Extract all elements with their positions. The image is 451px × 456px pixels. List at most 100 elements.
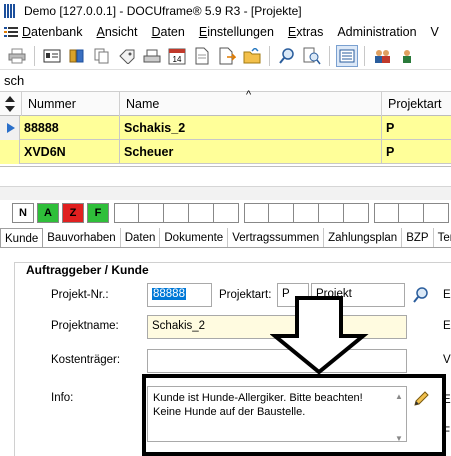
- menu-daten-label: Daten: [151, 25, 185, 39]
- menu-v[interactable]: V: [431, 25, 439, 39]
- column-header-nummer[interactable]: Nummer: [22, 92, 120, 116]
- cell-nummer: XVD6N: [20, 140, 120, 164]
- app-logo-icon: [4, 4, 18, 18]
- window-title: Demo [127.0.0.1] - DOCUframe® 5.9 R3 - […: [24, 4, 302, 18]
- current-row-indicator: [0, 116, 20, 140]
- status-box-empty: [399, 203, 424, 223]
- status-box-empty: [344, 203, 369, 223]
- status-box-f-label: F: [94, 207, 102, 219]
- table-row[interactable]: XVD6N Scheuer P: [0, 140, 451, 164]
- right-label-3: V: [443, 354, 451, 366]
- search-input[interactable]: sch: [0, 70, 451, 92]
- users-icon[interactable]: [371, 45, 393, 67]
- status-box-empty: [374, 203, 399, 223]
- open-book-icon[interactable]: [66, 45, 88, 67]
- record-card-icon[interactable]: [41, 45, 63, 67]
- status-box-empty: [294, 203, 319, 223]
- document-export-icon[interactable]: [216, 45, 238, 67]
- cell-projektart: P: [386, 145, 395, 159]
- menu-ansicht-label: Ansicht: [96, 25, 138, 39]
- status-box-f[interactable]: F: [87, 203, 109, 223]
- tab-kunde[interactable]: Kunde: [0, 228, 44, 247]
- view-list-icon[interactable]: [336, 44, 358, 67]
- menu-einstellungen-label: Einstellungen: [198, 25, 274, 39]
- status-box-z-label: Z: [69, 207, 77, 219]
- info-memo[interactable]: Kunde ist Hunde-Allergiker. Bitte beacht…: [147, 386, 407, 443]
- splitter[interactable]: [0, 186, 451, 200]
- tab-termin[interactable]: Termin: [434, 228, 451, 247]
- search-icon[interactable]: [412, 286, 430, 304]
- projekt-nr-label: Projekt-Nr.:: [51, 289, 109, 301]
- tab-zahlungsplan[interactable]: Zahlungsplan: [324, 228, 403, 247]
- search-icon[interactable]: [276, 45, 298, 67]
- table-empty-area: [0, 166, 451, 186]
- document-icon[interactable]: [191, 45, 213, 67]
- menu-bar: Datenbank Ansicht Daten Einstellungen Ex…: [0, 22, 451, 42]
- column-header-name[interactable]: Name ^: [120, 89, 382, 116]
- kostentraeger-label: Kostenträger:: [51, 354, 121, 366]
- projektname-label: Projektname:: [51, 320, 119, 332]
- menu-einstellungen[interactable]: Einstellungen: [199, 25, 274, 39]
- menu-datenbank-label: Datenbank: [22, 25, 83, 39]
- list-menu-icon: [4, 27, 18, 37]
- status-box-empty: [319, 203, 344, 223]
- projects-table: Nummer Name ^ Projektart 88888 Schakis_2…: [0, 89, 451, 166]
- status-box-empty: [244, 203, 269, 223]
- toolbar-separator: [34, 45, 35, 66]
- annotation-arrow-icon: [270, 296, 369, 375]
- tab-bzp[interactable]: BZP: [402, 228, 434, 247]
- group-title: Auftraggeber / Kunde: [24, 263, 151, 277]
- copy-icon[interactable]: [91, 45, 113, 67]
- table-row[interactable]: 88888 Schakis_2 P: [0, 116, 451, 140]
- menu-ansicht[interactable]: Ansicht: [96, 25, 137, 39]
- scanner-icon[interactable]: [141, 45, 163, 67]
- pencil-edit-icon[interactable]: [412, 390, 430, 408]
- info-label: Info:: [51, 392, 74, 404]
- row-pointer-icon: [7, 123, 15, 133]
- menu-daten[interactable]: Daten: [151, 25, 184, 39]
- menu-datenbank[interactable]: Datenbank: [4, 25, 82, 39]
- folder-export-icon[interactable]: [241, 45, 263, 67]
- memo-scrollbar[interactable]: ▲ ▼: [394, 390, 404, 443]
- calendar-icon[interactable]: 14: [166, 45, 188, 67]
- projektart-label: Projektart:: [219, 289, 272, 301]
- tag-icon[interactable]: [116, 45, 138, 67]
- tab-bauvorhaben[interactable]: Bauvorhaben: [43, 228, 121, 247]
- tab-daten[interactable]: Daten: [121, 228, 161, 247]
- right-label-4: E: [443, 394, 451, 406]
- column-header-projektart[interactable]: Projektart: [382, 92, 451, 116]
- toolbar: 14: [0, 42, 451, 70]
- cell-name: Scheuer: [120, 140, 382, 164]
- status-box-empty: [424, 203, 449, 223]
- menu-administration-label: Administration: [337, 25, 417, 39]
- right-label-2: E: [443, 320, 451, 332]
- right-label-1: E: [443, 289, 451, 301]
- status-box-a[interactable]: A: [37, 203, 59, 223]
- menu-extras[interactable]: Extras: [288, 25, 323, 39]
- status-box-empty: [269, 203, 294, 223]
- title-bar: Demo [127.0.0.1] - DOCUframe® 5.9 R3 - […: [0, 0, 451, 22]
- search-input-value: sch: [4, 73, 25, 88]
- status-box-z[interactable]: Z: [62, 203, 84, 223]
- print-icon[interactable]: [6, 45, 28, 67]
- right-label-5: F: [443, 426, 451, 438]
- row-selector-header[interactable]: [0, 92, 22, 116]
- status-strip: N A Z F: [12, 203, 449, 223]
- tab-strip: Kunde Bauvorhaben Daten Dokumente Vertra…: [0, 228, 451, 248]
- status-box-empty: [164, 203, 189, 223]
- tab-dokumente[interactable]: Dokumente: [160, 228, 229, 247]
- menu-v-label: V: [430, 25, 439, 39]
- tab-vertragssummen[interactable]: Vertragssummen: [228, 228, 325, 247]
- status-box-n[interactable]: N: [12, 203, 34, 223]
- user-icon[interactable]: [396, 45, 418, 67]
- cell-name: Schakis_2: [120, 116, 382, 140]
- menu-administration[interactable]: Administration: [337, 25, 416, 39]
- toolbar-separator: [329, 45, 330, 66]
- column-header-name-label: Name: [126, 97, 160, 111]
- status-box-empty: [189, 203, 214, 223]
- toolbar-separator: [364, 45, 365, 66]
- projekt-nr-field[interactable]: 88888: [147, 283, 212, 307]
- projekt-nr-value: 88888: [152, 288, 186, 300]
- row-indicator: [0, 140, 20, 164]
- search-document-icon[interactable]: [301, 45, 323, 67]
